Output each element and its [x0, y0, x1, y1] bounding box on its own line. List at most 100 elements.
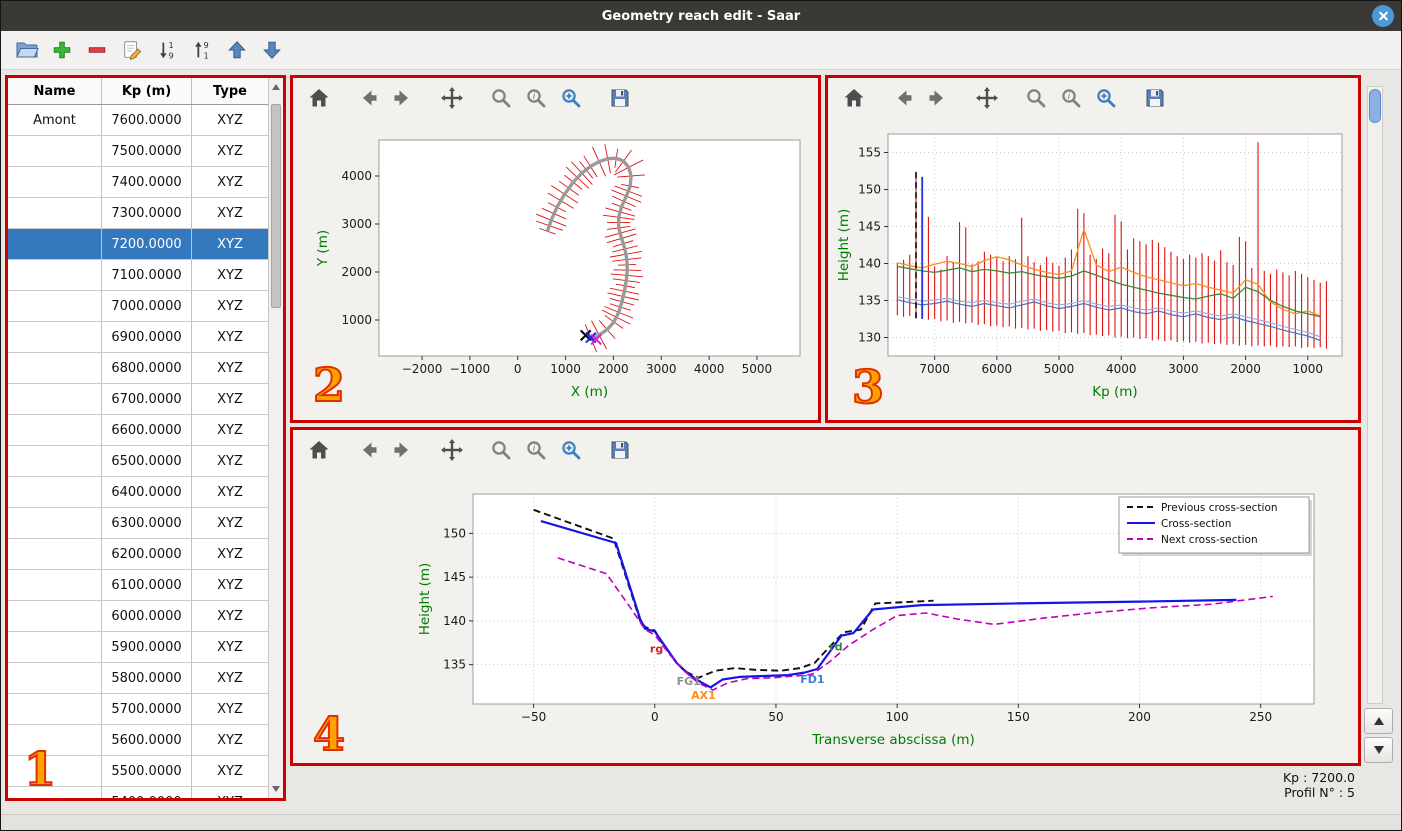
pan-button[interactable]	[438, 84, 466, 112]
zoom-info-button[interactable]: i	[1057, 84, 1085, 112]
forward-button[interactable]	[389, 436, 417, 464]
pan-button[interactable]	[973, 84, 1001, 112]
next-profile-button[interactable]	[1364, 737, 1393, 763]
remove-profile-button[interactable]	[83, 36, 111, 64]
pan-button[interactable]	[438, 436, 466, 464]
annotation-number-1: 1	[23, 742, 57, 796]
forward-button[interactable]	[924, 84, 952, 112]
sort-ascending-button[interactable]: 91	[188, 36, 216, 64]
name-cell	[8, 446, 102, 476]
table-row[interactable]: 6500.0000 XYZ	[8, 446, 268, 477]
back-button[interactable]	[354, 84, 382, 112]
table-scrollbar-thumb[interactable]	[271, 104, 281, 308]
type-cell: XYZ	[217, 298, 243, 314]
svg-text:130: 130	[858, 331, 881, 345]
svg-text:5000: 5000	[742, 362, 773, 376]
svg-text:3000: 3000	[341, 217, 372, 231]
type-cell: XYZ	[217, 112, 243, 128]
column-header-name[interactable]: Name	[8, 78, 102, 104]
move-up-button[interactable]	[223, 36, 251, 64]
zoom-info-button[interactable]: i	[522, 436, 550, 464]
column-header-type[interactable]: Type	[192, 78, 268, 104]
table-row[interactable]: 6000.0000 XYZ	[8, 601, 268, 632]
table-row[interactable]: 6200.0000 XYZ	[8, 539, 268, 570]
svg-text:1000: 1000	[550, 362, 581, 376]
table-row[interactable]: 6700.0000 XYZ	[8, 384, 268, 415]
home-button[interactable]	[305, 84, 333, 112]
magnifier-plus-icon	[559, 438, 583, 462]
type-cell: XYZ	[217, 267, 243, 283]
table-row[interactable]: 7300.0000 XYZ	[8, 198, 268, 229]
name-cell: Amont	[8, 105, 102, 135]
table-row[interactable]: 5900.0000 XYZ	[8, 632, 268, 663]
magnifier-plus-icon	[559, 86, 583, 110]
scroll-down-icon[interactable]	[272, 786, 280, 792]
cross-section-plot[interactable]: −50 0 50 100 150 200 250 135 140 145 150 Transverse…	[293, 470, 1358, 762]
kp-cell: 6400.0000	[102, 477, 192, 507]
main-scrollbar-thumb[interactable]	[1369, 89, 1381, 123]
table-row[interactable]: 7100.0000 XYZ	[8, 260, 268, 291]
name-cell	[8, 384, 102, 414]
sort-descending-button[interactable]: 19	[153, 36, 181, 64]
zoom-region-button[interactable]	[557, 436, 585, 464]
table-row[interactable]: 7500.0000 XYZ	[8, 136, 268, 167]
table-row[interactable]: 6300.0000 XYZ	[8, 508, 268, 539]
kp-cell: 6700.0000	[102, 384, 192, 414]
table-row[interactable]: 6100.0000 XYZ	[8, 570, 268, 601]
previous-profile-button[interactable]	[1364, 708, 1393, 734]
home-button[interactable]	[840, 84, 868, 112]
home-button[interactable]	[305, 436, 333, 464]
svg-text:X (m): X (m)	[571, 384, 608, 400]
table-row[interactable]: 6900.0000 XYZ	[8, 322, 268, 353]
zoom-button[interactable]	[1022, 84, 1050, 112]
arrow-right-icon	[391, 438, 415, 462]
type-cell: XYZ	[217, 484, 243, 500]
table-row[interactable]: 6400.0000 XYZ	[8, 477, 268, 508]
table-row[interactable]: 7400.0000 XYZ	[8, 167, 268, 198]
save-button[interactable]	[606, 436, 634, 464]
name-cell	[8, 601, 102, 631]
svg-text:140: 140	[858, 257, 881, 271]
scroll-up-icon[interactable]	[272, 84, 280, 90]
table-row[interactable]: 6600.0000 XYZ	[8, 415, 268, 446]
svg-text:1000: 1000	[341, 313, 372, 327]
name-cell	[8, 694, 102, 724]
svg-text:−1000: −1000	[450, 362, 491, 376]
forward-button[interactable]	[389, 84, 417, 112]
save-button[interactable]	[1141, 84, 1169, 112]
zoom-button[interactable]	[487, 436, 515, 464]
back-button[interactable]	[354, 436, 382, 464]
add-profile-button[interactable]	[48, 36, 76, 64]
back-button[interactable]	[889, 84, 917, 112]
svg-text:145: 145	[443, 570, 466, 584]
zoom-region-button[interactable]	[1092, 84, 1120, 112]
column-header-kp-m-[interactable]: Kp (m)	[102, 78, 192, 104]
longitudinal-profile-plot[interactable]: 7000 6000 5000 4000 3000 2000 1000 130 135 140 145…	[828, 118, 1358, 414]
name-cell	[8, 632, 102, 662]
svg-text:−2000: −2000	[402, 362, 443, 376]
open-file-button[interactable]	[13, 36, 41, 64]
plan-view-plot[interactable]: −2000 −1000 0 1000 2000 3000 4000 5000 1000 2000 3…	[293, 118, 818, 414]
save-icon	[608, 438, 632, 462]
table-row[interactable]: 7000.0000 XYZ	[8, 291, 268, 322]
close-button[interactable]	[1372, 5, 1394, 27]
move-down-button[interactable]	[258, 36, 286, 64]
edit-profile-button[interactable]	[118, 36, 146, 64]
table-row[interactable]: 5700.0000 XYZ	[8, 694, 268, 725]
table-row[interactable]: 7200.0000 XYZ	[8, 229, 268, 260]
zoom-info-button[interactable]: i	[522, 84, 550, 112]
main-scrollbar[interactable]	[1367, 86, 1383, 704]
zoom-region-button[interactable]	[557, 84, 585, 112]
svg-text:0: 0	[514, 362, 522, 376]
zoom-button[interactable]	[487, 84, 515, 112]
svg-text:FG1: FG1	[677, 675, 701, 688]
table-row[interactable]: 6800.0000 XYZ	[8, 353, 268, 384]
svg-text:1: 1	[169, 40, 174, 50]
svg-text:2000: 2000	[1230, 362, 1261, 376]
svg-text:rd: rd	[829, 641, 842, 654]
table-row[interactable]: 5800.0000 XYZ	[8, 663, 268, 694]
name-cell	[8, 570, 102, 600]
table-row[interactable]: Amont 7600.0000 XYZ	[8, 105, 268, 136]
save-button[interactable]	[606, 84, 634, 112]
table-scrollbar[interactable]	[268, 78, 283, 798]
